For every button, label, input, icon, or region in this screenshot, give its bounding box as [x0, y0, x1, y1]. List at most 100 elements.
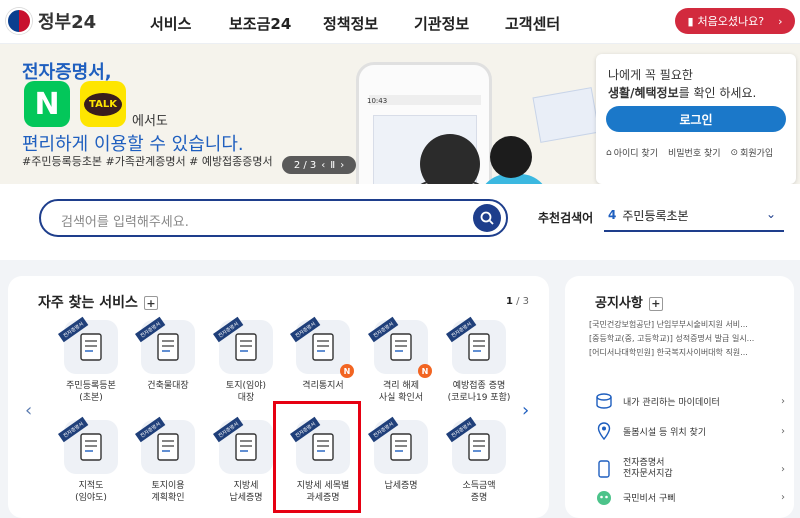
- notice-panel: 공지사항 + [국민건강보험공단] 난임부부시술비지원 서비... [중등학교(중…: [565, 276, 794, 518]
- new-badge: N: [340, 364, 354, 378]
- notice-item[interactable]: [중등학교(중, 고등학교)] 성적증명서 발급 일시...: [589, 332, 789, 346]
- gubbi-mascot-icon: [595, 488, 613, 506]
- notice-item[interactable]: [어디서나대학민원] 한국복지사이버대학 직원...: [589, 346, 789, 360]
- service-item[interactable]: 전자증명서 N 격리통지서: [285, 316, 361, 392]
- search-icon: [480, 211, 494, 225]
- chevron-right-icon: ›: [781, 425, 785, 437]
- service-item[interactable]: 전자증명서 주민등록등본 (초본): [53, 316, 129, 404]
- nav-service[interactable]: 서비스: [150, 13, 191, 34]
- quick-care-label: 돌봄시설 등 위치 찾기: [623, 427, 707, 438]
- naver-icon: N: [24, 81, 70, 127]
- release-document-icon: 전자증명서 N: [368, 316, 432, 378]
- pause-icon[interactable]: Ⅱ: [330, 160, 335, 171]
- service-item[interactable]: 전자증명서 지적도 (임야도): [53, 416, 129, 504]
- service-item[interactable]: 전자증명서건축물대장: [130, 316, 206, 392]
- service-label: 격리 해제 사실 확인서: [378, 381, 424, 403]
- service-item[interactable]: 전자증명서 N 격리 해제 사실 확인서: [363, 316, 439, 404]
- frequent-title-text: 자주 찾는 서비스: [38, 295, 138, 311]
- quick-care[interactable]: 돌봄시설 등 위치 찾기 ›: [595, 420, 785, 442]
- quick-mydata[interactable]: 내가 관리하는 마이데이터 ›: [595, 390, 785, 412]
- kakaotalk-label: TALK: [84, 92, 122, 116]
- nav-subsidy[interactable]: 보조금24: [229, 13, 291, 34]
- phone-certificate-icon: [595, 460, 613, 478]
- recommend-rank: 4: [608, 208, 617, 222]
- land-map-icon: 전자증명서: [213, 316, 273, 374]
- chevron-left-icon[interactable]: ‹: [25, 400, 32, 421]
- id-card-icon: 전자증명서: [58, 316, 118, 374]
- recommend-value: 주민등록초본: [622, 208, 689, 223]
- notice-item[interactable]: [국민건강보험공단] 난임부부시술비지원 서비...: [589, 318, 789, 332]
- pager-count: 2 / 3: [293, 159, 317, 171]
- banner-pager[interactable]: 2 / 3 ‹ Ⅱ ›: [282, 156, 356, 174]
- plus-icon[interactable]: +: [648, 296, 663, 311]
- banner-line2: 에서도: [132, 114, 168, 129]
- search-section: 검색어를 입력해주세요. 추천검색어 4 주민등록초본 ⌄: [0, 184, 800, 260]
- frequent-pagination: 1 / 3: [506, 296, 529, 307]
- land-plan-icon: 전자증명서: [135, 416, 195, 474]
- quick-wallet-label: 전자증명서 전자문서지갑: [623, 458, 673, 479]
- chevron-right-icon: ›: [781, 463, 785, 475]
- location-pin-icon: [595, 422, 613, 440]
- service-item[interactable]: 전자증명서토지이용 계획확인: [130, 416, 206, 504]
- login-intro-bold: 생활/혜택정보: [608, 86, 679, 100]
- service-item[interactable]: 전자증명서 납세증명: [363, 416, 439, 492]
- service-label: 격리통지서: [302, 381, 344, 391]
- notice-list: [국민건강보험공단] 난임부부시술비지원 서비... [중등학교(중, 고등학교…: [589, 318, 789, 360]
- quarantine-document-icon: 전자증명서 N: [290, 316, 354, 378]
- service-item[interactable]: 전자증명서 토지(임야) 대장: [208, 316, 284, 404]
- service-label: 건축물대장: [147, 381, 189, 391]
- frequent-title: 자주 찾는 서비스 +: [38, 292, 158, 312]
- nav-support[interactable]: 고객센터: [505, 13, 560, 34]
- plus-icon[interactable]: +: [143, 296, 158, 310]
- service-label: 소득금액 증명: [462, 481, 496, 503]
- gov24-logo[interactable]: 정부24: [6, 8, 96, 34]
- next-icon[interactable]: ›: [340, 160, 344, 171]
- nav-agency[interactable]: 기관정보: [414, 13, 469, 34]
- login-intro-rest: 를 확인 하세요.: [678, 86, 757, 100]
- new-badge: N: [418, 364, 432, 378]
- quick-mydata-label: 내가 관리하는 마이데이터: [623, 397, 720, 408]
- service-label: 예방접종 증명 (코로나19 포함): [447, 381, 511, 403]
- search-placeholder: 검색어를 입력해주세요.: [61, 215, 189, 230]
- tax-coins-icon: 전자증명서: [368, 416, 428, 474]
- signup-label: 회원가입: [740, 149, 774, 159]
- highlight-box: [273, 401, 361, 513]
- service-item[interactable]: 전자증명서예방접종 증명 (코로나19 포함): [441, 316, 517, 404]
- find-pw-link[interactable]: 비밀번호 찾기: [668, 146, 721, 159]
- find-id-label: 아이디 찾기: [613, 149, 658, 159]
- phone-time: 10:43: [367, 97, 388, 105]
- login-button[interactable]: 로그인: [606, 106, 786, 132]
- login-panel: 나에게 꼭 필요한 생활/혜택정보를 확인 하세요. 로그인 ⌂ 아이디 찾기 비…: [596, 54, 796, 184]
- kakaotalk-icon: TALK: [80, 81, 126, 127]
- nav-policy[interactable]: 정책정보: [323, 13, 378, 34]
- search-button[interactable]: [473, 204, 501, 232]
- person2-illustration: [490, 136, 532, 178]
- signup-link[interactable]: ⊙ 회원가입: [731, 146, 774, 160]
- service-item[interactable]: 전자증명서 소득금액 증명: [441, 416, 517, 504]
- quick-secretary[interactable]: 국민비서 구삐 ›: [595, 486, 785, 508]
- quick-secretary-label: 국민비서 구삐: [623, 493, 676, 504]
- service-label: 지적도 (임야도): [75, 481, 107, 503]
- chevron-down-icon: ⌄: [765, 207, 776, 221]
- vaccine-icon: 전자증명서: [446, 316, 506, 374]
- content-area: 자주 찾는 서비스 + 1 / 3 ‹ › 전자증명서 주민등록등본 (초본) 전자증…: [0, 260, 800, 518]
- find-id-link[interactable]: ⌂ 아이디 찾기: [606, 146, 658, 160]
- first-visit-label: 처음오셨나요?: [697, 15, 765, 28]
- database-icon: [595, 392, 613, 410]
- logo-text: 정부24: [38, 12, 97, 33]
- chevron-right-icon: ›: [781, 395, 785, 407]
- bookmark-icon: ▮: [687, 14, 694, 28]
- frequent-page-current: 1: [505, 296, 513, 307]
- login-intro: 나에게 꼭 필요한: [608, 68, 693, 82]
- first-visit-button[interactable]: ▮ 처음오셨나요? ›: [675, 8, 795, 34]
- service-label: 토지이용 계획확인: [151, 481, 185, 503]
- search-input[interactable]: 검색어를 입력해주세요.: [39, 199, 508, 237]
- chevron-right-icon: ›: [781, 491, 785, 503]
- chevron-right-icon[interactable]: ›: [522, 400, 529, 421]
- recommend-dropdown[interactable]: 4 주민등록초본 ⌄: [604, 200, 784, 232]
- quick-wallet[interactable]: 전자증명서 전자문서지갑 ›: [595, 456, 785, 482]
- banner-tags: #주민등록등초본 #가족관계증명서 # 예방접종증명서: [22, 155, 273, 168]
- building-document-icon: 전자증명서: [135, 316, 195, 374]
- prev-icon[interactable]: ‹: [321, 160, 325, 171]
- lock-icon: ⌂: [606, 147, 612, 158]
